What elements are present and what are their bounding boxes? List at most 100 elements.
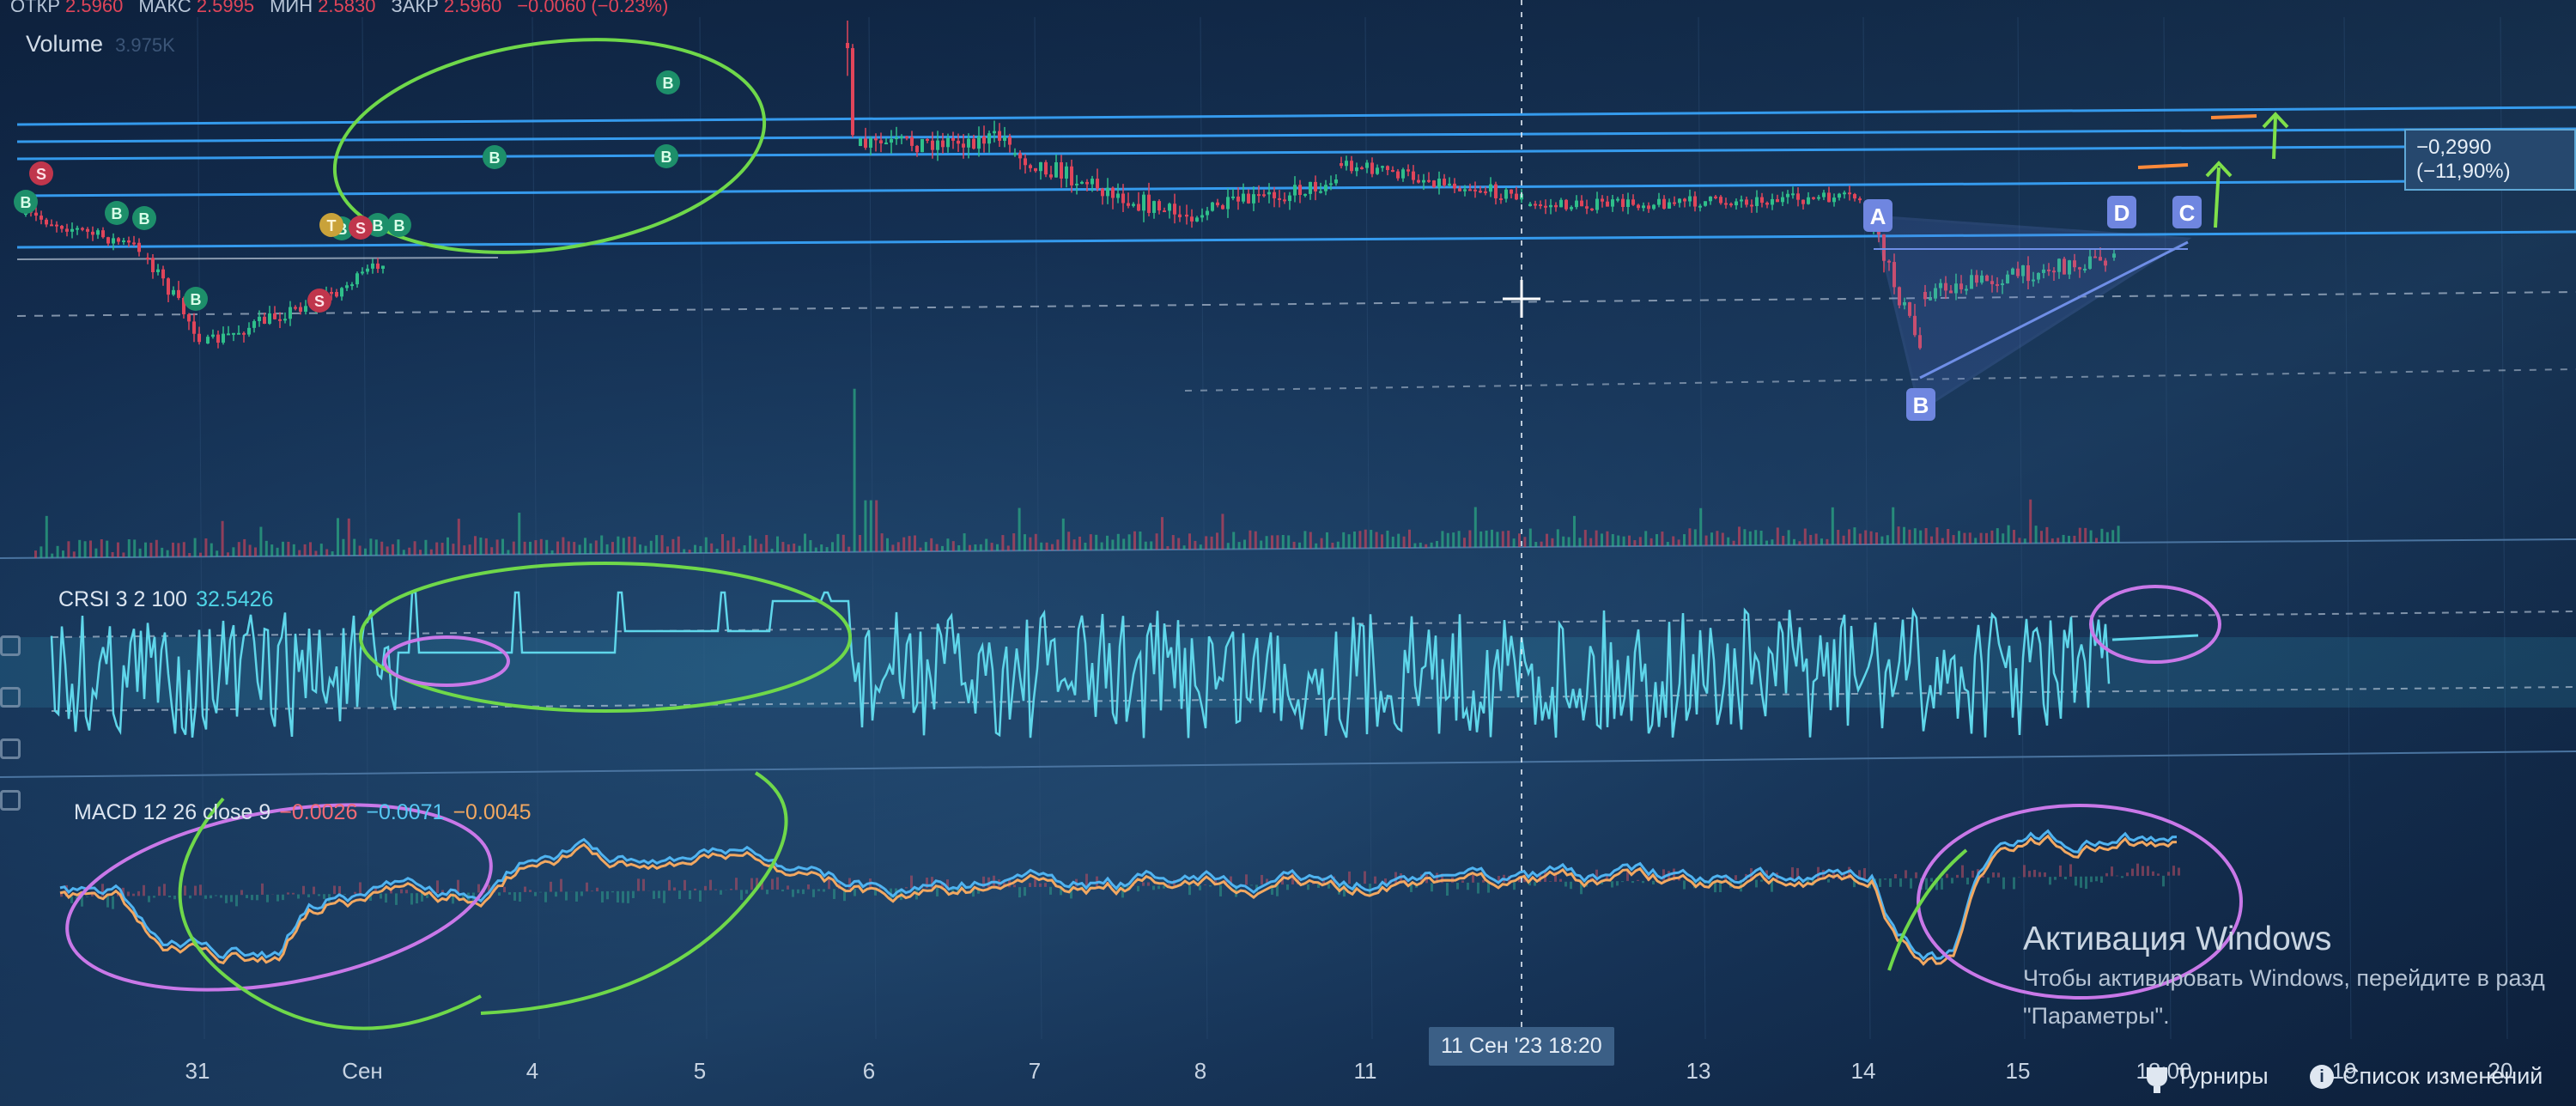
candle-body-0-5	[50, 224, 53, 227]
volume-bar-152	[869, 500, 872, 552]
lock-tool-icon[interactable]	[0, 635, 21, 656]
candle-body-9-11	[1585, 206, 1589, 209]
candle-body-5-19	[957, 140, 960, 144]
macd-hist-62	[380, 893, 382, 899]
volume-bar-220	[1243, 539, 1246, 550]
macd-hist-273	[1467, 882, 1469, 890]
volume-bar-253	[1425, 544, 1428, 548]
candle-body-1-5	[172, 289, 175, 295]
marker-buy-3: B	[191, 291, 202, 308]
macd-hist-31	[220, 895, 222, 898]
volume-bar-51	[314, 550, 318, 556]
volume-bar-187	[1061, 518, 1065, 550]
macd-hist-315	[1683, 880, 1686, 890]
volume-bar-113	[655, 535, 659, 554]
candle-body-6-23	[1132, 204, 1135, 206]
candle-body-9-35	[1709, 196, 1712, 202]
volume-bar-29	[193, 538, 197, 557]
volume-bar-329	[1842, 535, 1845, 545]
volume-bar-298	[1672, 536, 1675, 546]
candle-body-2-0	[206, 337, 210, 343]
volume-bar-134	[770, 549, 774, 553]
layers-tool-icon[interactable]	[0, 790, 21, 811]
candle-body-2-14	[278, 319, 282, 321]
volume-bar-205	[1161, 517, 1163, 550]
candle-body-9-56	[1817, 197, 1820, 199]
macd-hist-69	[416, 893, 418, 904]
marker-buy-6: B	[663, 75, 674, 92]
candle-body-0-13	[91, 231, 94, 235]
candle-body-0-11	[81, 228, 84, 230]
volume-bar-302	[1693, 529, 1697, 546]
tournaments-label: Турниры	[2176, 1063, 2269, 1089]
macd-hist-187	[1024, 887, 1026, 896]
macd-hist-40	[266, 894, 269, 902]
volume-bar-287	[1611, 534, 1614, 547]
macd-hist-38	[256, 895, 258, 901]
crsi-legend[interactable]: CRSI 3 2 100 32.5426	[58, 587, 273, 612]
volume-bar-128	[738, 549, 741, 553]
macd-hist-408	[2162, 875, 2165, 887]
candle-body-8-20	[1443, 179, 1446, 185]
volume-bar-189	[1072, 539, 1076, 550]
volume-bar-161	[919, 547, 922, 552]
volume-bar-9	[83, 541, 87, 558]
macd-hist-307	[1642, 880, 1644, 884]
macd-hist-154	[854, 889, 856, 896]
macd-hist-409	[2167, 872, 2170, 876]
volume-bar-213	[1205, 536, 1208, 550]
volume-bar-2	[45, 515, 48, 558]
volume-bar-326	[1826, 538, 1829, 545]
candle-body-7-3	[1200, 215, 1204, 218]
time-tick-8: 13	[1686, 1058, 1711, 1084]
candle-body-8-10	[1391, 170, 1394, 173]
volume-bar-12	[100, 539, 103, 558]
volume-bar-148	[848, 546, 851, 552]
candle-body-1-3	[161, 269, 165, 279]
volume-bar-165	[941, 545, 944, 551]
volume-bar-86	[507, 550, 510, 555]
candle-body-7-12	[1247, 193, 1250, 204]
volume-bar-99	[578, 544, 581, 555]
volume-bar-196	[1111, 539, 1115, 550]
volume-bar-236	[1331, 543, 1334, 549]
eye-tool-icon[interactable]	[0, 738, 21, 759]
volume-bar-228	[1287, 535, 1291, 550]
volume-bar-261	[1468, 530, 1472, 548]
changelog-link[interactable]: i Список изменений	[2310, 1063, 2543, 1090]
candle-body-7-29	[1334, 179, 1338, 184]
tournaments-link[interactable]: Турниры	[2147, 1063, 2269, 1093]
candle-body-5-0	[859, 138, 862, 146]
volume-bar-307	[1721, 532, 1724, 546]
candle-body-5-12	[920, 138, 924, 153]
volume-bar-17	[127, 539, 131, 557]
candle-body-5-17	[946, 137, 950, 148]
volume-bar-160	[914, 535, 916, 552]
macd-hist-398	[2111, 866, 2113, 877]
macd-hist-142	[792, 889, 794, 897]
macd-hist-121	[683, 879, 686, 891]
volume-bar-115	[666, 546, 669, 554]
volume-bar-73	[435, 542, 439, 556]
trash-tool-icon[interactable]	[0, 687, 21, 708]
candle-body-2-5	[232, 332, 235, 335]
volume-bar-22	[155, 539, 158, 557]
macd-hist-233	[1261, 874, 1263, 885]
activation-watermark-line2: "Параметры".	[2023, 1003, 2170, 1029]
macd-legend[interactable]: MACD 12 26 close 9 −0.0026 −0.0071 −0.0045	[74, 800, 532, 825]
volume-bar-200	[1133, 531, 1136, 550]
macd-hist-355	[1889, 878, 1892, 887]
candle-body-8-19	[1437, 179, 1441, 187]
macd-hist-407	[2157, 873, 2160, 876]
volume-bar-26	[177, 543, 180, 557]
macd-hist-27	[199, 884, 202, 896]
macd-hist-404	[2142, 866, 2144, 877]
candle-body-8-17	[1427, 179, 1431, 182]
macd-hist-124	[699, 890, 702, 902]
volume-bar-45	[282, 541, 284, 556]
macd-hist-138	[771, 878, 774, 890]
candle-body-1-8	[187, 314, 191, 322]
volume-bar-357	[1996, 528, 1999, 544]
volume-bar-286	[1606, 531, 1609, 547]
volume-bar-157	[896, 542, 900, 552]
